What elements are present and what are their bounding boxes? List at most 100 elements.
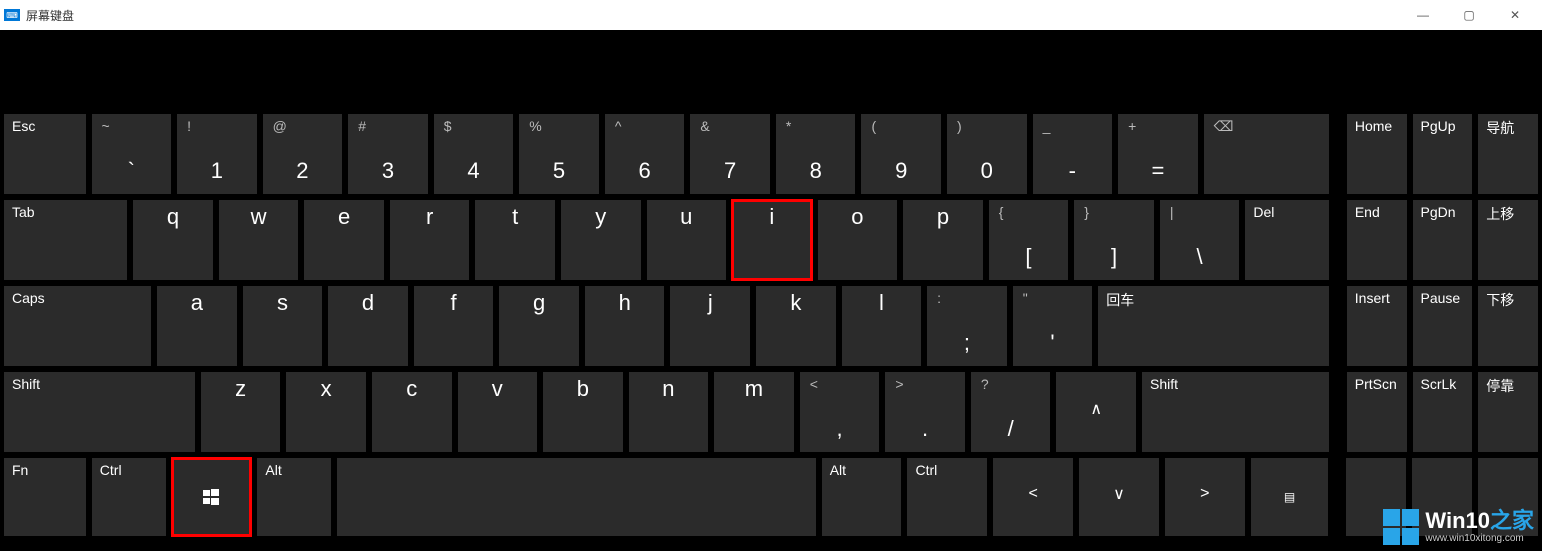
key-w[interactable]: w [219, 200, 299, 280]
key-5[interactable]: %5 [519, 114, 599, 194]
key-insert[interactable]: Insert [1347, 286, 1407, 366]
key-arrow-up[interactable]: ∧ [1056, 372, 1136, 452]
key-backtick[interactable]: ~` [92, 114, 172, 194]
key-shift-left[interactable]: Shift [4, 372, 195, 452]
key-c[interactable]: c [372, 372, 452, 452]
windows-logo-icon [203, 489, 219, 505]
key-ctrl-right[interactable]: Ctrl [907, 458, 987, 536]
key-end[interactable]: End [1347, 200, 1407, 280]
key-p[interactable]: p [903, 200, 983, 280]
key-pause[interactable]: Pause [1413, 286, 1473, 366]
key-h[interactable]: h [585, 286, 665, 366]
key-m[interactable]: m [714, 372, 794, 452]
key-s[interactable]: s [243, 286, 323, 366]
key-f[interactable]: f [414, 286, 494, 366]
key-nav[interactable]: 导航 [1478, 114, 1538, 194]
key-v[interactable]: v [458, 372, 538, 452]
menu-icon: ▤ [1284, 490, 1295, 504]
chevron-left-icon: < [1029, 462, 1038, 532]
key-o[interactable]: o [818, 200, 898, 280]
key-move-up[interactable]: 上移 [1478, 200, 1538, 280]
chevron-down-icon: ∨ [1113, 462, 1125, 532]
key-j[interactable]: j [670, 286, 750, 366]
key-semicolon[interactable]: :; [927, 286, 1007, 366]
key-equals[interactable]: += [1118, 114, 1198, 194]
key-shift-right[interactable]: Shift [1142, 372, 1329, 452]
titlebar: 屏幕键盘 — ▢ ✕ [0, 0, 1542, 30]
key-2[interactable]: @2 [263, 114, 343, 194]
key-q[interactable]: q [133, 200, 213, 280]
row-1: Esc ~` !1 @2 #3 $4 %5 ^6 [4, 114, 1538, 194]
watermark-logo-icon [1383, 509, 1419, 545]
key-arrow-left[interactable]: < [993, 458, 1073, 536]
key-a[interactable]: a [157, 286, 237, 366]
key-context-menu[interactable]: ▤ [1251, 458, 1329, 536]
key-fn[interactable]: Fn [4, 458, 86, 536]
key-pgdn[interactable]: PgDn [1413, 200, 1473, 280]
key-x[interactable]: x [286, 372, 366, 452]
key-9[interactable]: (9 [861, 114, 941, 194]
key-caps[interactable]: Caps [4, 286, 151, 366]
row-4: Shift z x c v b n m <, >. ?/ ∧ Shift Prt… [4, 372, 1538, 452]
key-rbracket[interactable]: }] [1074, 200, 1154, 280]
keyboard-area: Esc ~` !1 @2 #3 $4 %5 ^6 [0, 30, 1542, 551]
key-e[interactable]: e [304, 200, 384, 280]
key-prtscn[interactable]: PrtScn [1347, 372, 1407, 452]
key-z[interactable]: z [201, 372, 281, 452]
key-alt-left[interactable]: Alt [257, 458, 331, 536]
key-4[interactable]: $4 [434, 114, 514, 194]
key-l[interactable]: l [842, 286, 922, 366]
key-pgup[interactable]: PgUp [1413, 114, 1473, 194]
chevron-up-icon: ∧ [1090, 376, 1102, 448]
key-g[interactable]: g [499, 286, 579, 366]
key-ctrl-left[interactable]: Ctrl [92, 458, 166, 536]
key-1[interactable]: !1 [177, 114, 257, 194]
minimize-button[interactable]: — [1400, 0, 1446, 30]
key-6[interactable]: ^6 [605, 114, 685, 194]
keyboard-app-icon [4, 9, 20, 21]
key-tab[interactable]: Tab [4, 200, 127, 280]
key-home[interactable]: Home [1347, 114, 1407, 194]
key-comma[interactable]: <, [800, 372, 880, 452]
window-title: 屏幕键盘 [26, 7, 74, 24]
key-t[interactable]: t [475, 200, 555, 280]
key-y[interactable]: y [561, 200, 641, 280]
key-dock[interactable]: 停靠 [1478, 372, 1538, 452]
backspace-icon: ⌫ [1212, 118, 1321, 135]
key-arrow-down[interactable]: ∨ [1079, 458, 1159, 536]
key-scrlk[interactable]: ScrLk [1413, 372, 1473, 452]
key-del[interactable]: Del [1245, 200, 1329, 280]
key-minus[interactable]: _- [1033, 114, 1113, 194]
key-backslash[interactable]: |\ [1160, 200, 1240, 280]
key-arrow-right[interactable]: > [1165, 458, 1245, 536]
key-slash[interactable]: ?/ [971, 372, 1051, 452]
key-quote[interactable]: "' [1013, 286, 1093, 366]
key-enter[interactable]: 回车 [1098, 286, 1329, 366]
key-backspace[interactable]: ⌫ [1204, 114, 1329, 194]
key-k[interactable]: k [756, 286, 836, 366]
maximize-button[interactable]: ▢ [1446, 0, 1492, 30]
key-b[interactable]: b [543, 372, 623, 452]
key-windows[interactable] [172, 458, 252, 536]
row-3: Caps a s d f g h j k l :; "' 回车 Insert P… [4, 286, 1538, 366]
key-esc[interactable]: Esc [4, 114, 86, 194]
key-move-down[interactable]: 下移 [1478, 286, 1538, 366]
key-n[interactable]: n [629, 372, 709, 452]
key-d[interactable]: d [328, 286, 408, 366]
key-alt-right[interactable]: Alt [822, 458, 902, 536]
key-8[interactable]: *8 [776, 114, 856, 194]
close-button[interactable]: ✕ [1492, 0, 1538, 30]
key-u[interactable]: u [647, 200, 727, 280]
row-2: Tab q w e r t y u i o p {[ }] |\ Del End… [4, 200, 1538, 280]
key-i[interactable]: i [732, 200, 812, 280]
key-0[interactable]: )0 [947, 114, 1027, 194]
chevron-right-icon: > [1200, 462, 1209, 532]
key-7[interactable]: &7 [690, 114, 770, 194]
key-3[interactable]: #3 [348, 114, 428, 194]
key-r[interactable]: r [390, 200, 470, 280]
key-space[interactable] [337, 458, 815, 536]
watermark: Win10之家 www.win10xitong.com [1383, 509, 1534, 545]
key-period[interactable]: >. [885, 372, 965, 452]
key-lbracket[interactable]: {[ [989, 200, 1069, 280]
row-5: Fn Ctrl Alt Alt Ctrl < ∨ > ▤ [4, 458, 1538, 536]
